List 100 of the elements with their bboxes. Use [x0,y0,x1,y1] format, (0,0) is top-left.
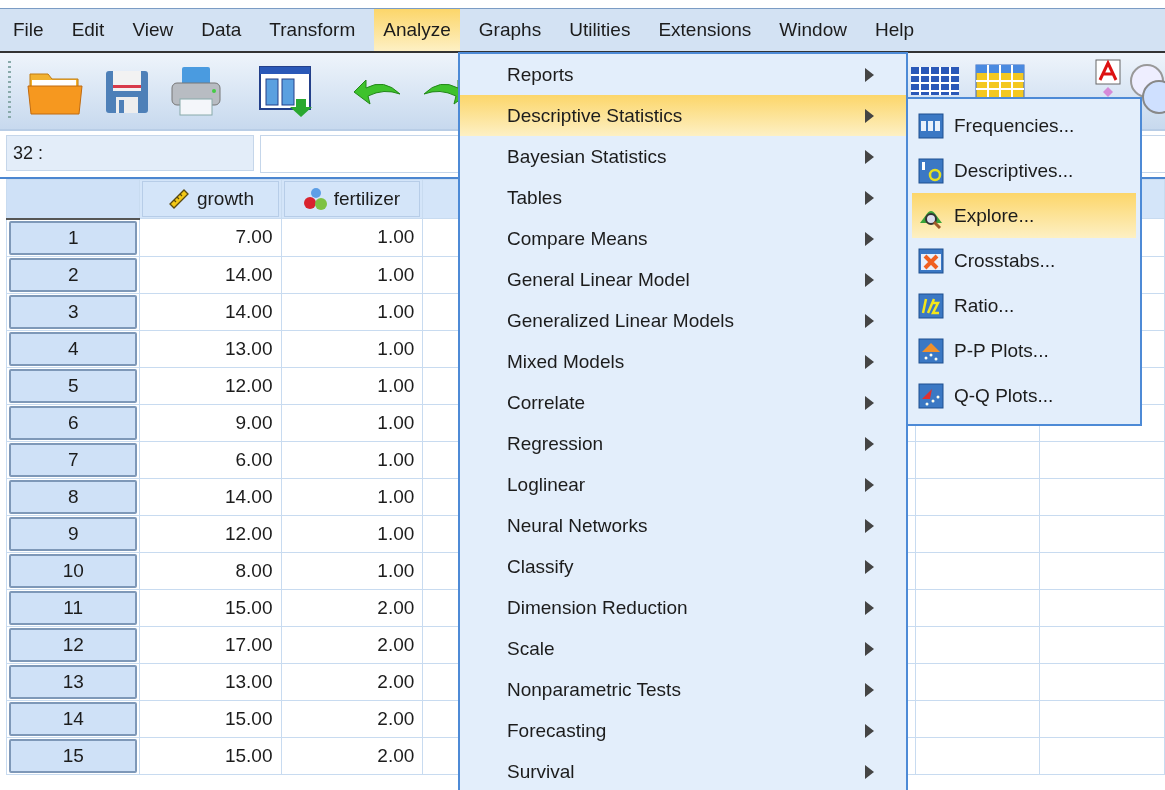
ratio-icon [918,292,944,319]
menu-item-label: P-P Plots... [954,339,1049,362]
menu-item[interactable]: Help [865,9,923,51]
table-cell-text: 17.00 [223,633,274,656]
plot-icon [918,337,944,364]
menu-item[interactable]: Compare Means [460,218,906,259]
printer-icon[interactable] [170,65,222,117]
menu-item[interactable]: Forecasting [460,710,906,751]
cell-reference: 32 : [6,135,254,171]
table-cell-text: 2.00 [376,596,416,619]
table-cell-text: 2.00 [376,633,416,656]
row-number[interactable]: 3 [9,294,138,329]
plot-icon [918,382,944,409]
row-number[interactable]: 5 [9,368,138,403]
menu-item-label: Q-Q Plots... [954,384,1054,407]
menu-item[interactable]: Q-Q Plots... [912,373,1136,418]
menu-item[interactable]: Descriptives... [912,148,1136,193]
menu-item[interactable]: Bayesian Statistics [460,136,906,177]
row-number[interactable]: 14 [9,701,138,736]
table-cell-text: 12.00 [223,374,274,397]
table-cell-text: 1.00 [376,337,416,360]
table-cell-text: 1.00 [376,559,416,582]
row-number[interactable]: 11 [9,590,138,625]
menu-item[interactable]: Edit [62,9,114,51]
menu-item[interactable]: Window [770,9,856,51]
table-cell-text: 13.00 [223,337,274,360]
menu-item[interactable]: Extensions [649,9,761,51]
row-number[interactable]: 13 [9,664,138,699]
column-name: fertilizer [333,188,401,210]
menu-item[interactable]: Neural Networks [460,505,906,546]
table-cell-text: 1.00 [376,411,416,434]
descriptives-icon [918,157,944,184]
table-cell-text: 9.00 [234,411,274,434]
menu-item[interactable]: Graphs [469,9,551,51]
menu-item[interactable]: Explore... [912,193,1136,238]
table-cell-text: 15.00 [223,744,274,767]
table-cell-text: 14.00 [223,485,274,508]
menu-item-label: Explore... [954,204,1035,227]
crosstabs-icon [918,247,944,274]
menu-item-label: Descriptives... [954,159,1074,182]
row-number[interactable]: 15 [9,738,138,773]
table-cell-text: 2.00 [376,707,416,730]
menu-item[interactable]: Crosstabs... [912,238,1136,283]
table-cell-text: 7.00 [234,226,274,249]
row-number[interactable]: 10 [9,553,138,588]
table-cell-text: 14.00 [223,263,274,286]
table-cell-text: 1.00 [376,485,416,508]
row-number[interactable]: 6 [9,405,138,440]
frequencies-icon [918,112,944,139]
row-number[interactable]: 8 [9,479,138,514]
menu-item[interactable]: Scale [460,628,906,669]
row-number[interactable]: 1 [9,220,138,255]
table-cell-text: 2.00 [376,670,416,693]
table-cell-text: 1.00 [376,263,416,286]
table-cell-text: 12.00 [223,522,274,545]
table-cell-text: 2.00 [376,744,416,767]
menu-item[interactable]: Reports [460,54,906,95]
menu-item[interactable]: Data [192,9,251,51]
table-cell-text: 8.00 [234,559,274,582]
table-cell-text: 1.00 [376,374,416,397]
menu-item[interactable]: Loglinear [460,464,906,505]
row-number[interactable]: 7 [9,442,138,477]
row-number[interactable]: 12 [9,627,138,662]
menu-item[interactable]: Mixed Models [460,341,906,382]
menu-item[interactable]: Regression [460,423,906,464]
menu-item[interactable]: Nonparametric Tests [460,669,906,710]
data-view-icon[interactable] [258,65,314,117]
menu-item[interactable]: Ratio... [912,283,1136,328]
menu-item-label: Frequencies... [954,114,1075,137]
menu-item[interactable]: Transform [260,9,365,51]
table-cell-text: 1.00 [376,522,416,545]
column-header[interactable]: fertilizer [283,181,421,217]
row-number[interactable]: 2 [9,257,138,292]
menu-item[interactable]: Generalized Linear Models [460,300,906,341]
column-name: growth [196,188,254,210]
table-cell-text: 1.00 [376,226,416,249]
menu-item[interactable]: Descriptive Statistics [460,95,906,136]
menu-item[interactable]: Survival [460,751,906,790]
menu-item[interactable]: Frequencies... [912,103,1136,148]
menu-item[interactable]: Correlate [460,382,906,423]
menu-item-label: Crosstabs... [954,249,1056,272]
table-cell-text: 1.00 [376,300,416,323]
menu-item[interactable]: Utilities [560,9,640,51]
menu-item[interactable]: View [123,9,183,51]
menu-item[interactable]: P-P Plots... [912,328,1136,373]
table-cell-text: 1.00 [376,448,416,471]
table-cell-text: 13.00 [223,670,274,693]
table-cell-text: 15.00 [223,707,274,730]
menu-item[interactable]: Classify [460,546,906,587]
table-cell-text: 15.00 [223,596,274,619]
row-number[interactable]: 9 [9,516,138,551]
menu-item[interactable]: General Linear Model [460,259,906,300]
menu-item[interactable]: Analyze [374,9,460,51]
menu-item[interactable]: File [4,9,53,51]
menu-item-label: Ratio... [954,294,1015,317]
column-header[interactable]: growth [142,181,279,217]
table-cell-text: 14.00 [223,300,274,323]
table-cell-text: 6.00 [234,448,274,471]
text-icon[interactable] [1095,59,1121,99]
row-number[interactable]: 4 [9,331,138,366]
